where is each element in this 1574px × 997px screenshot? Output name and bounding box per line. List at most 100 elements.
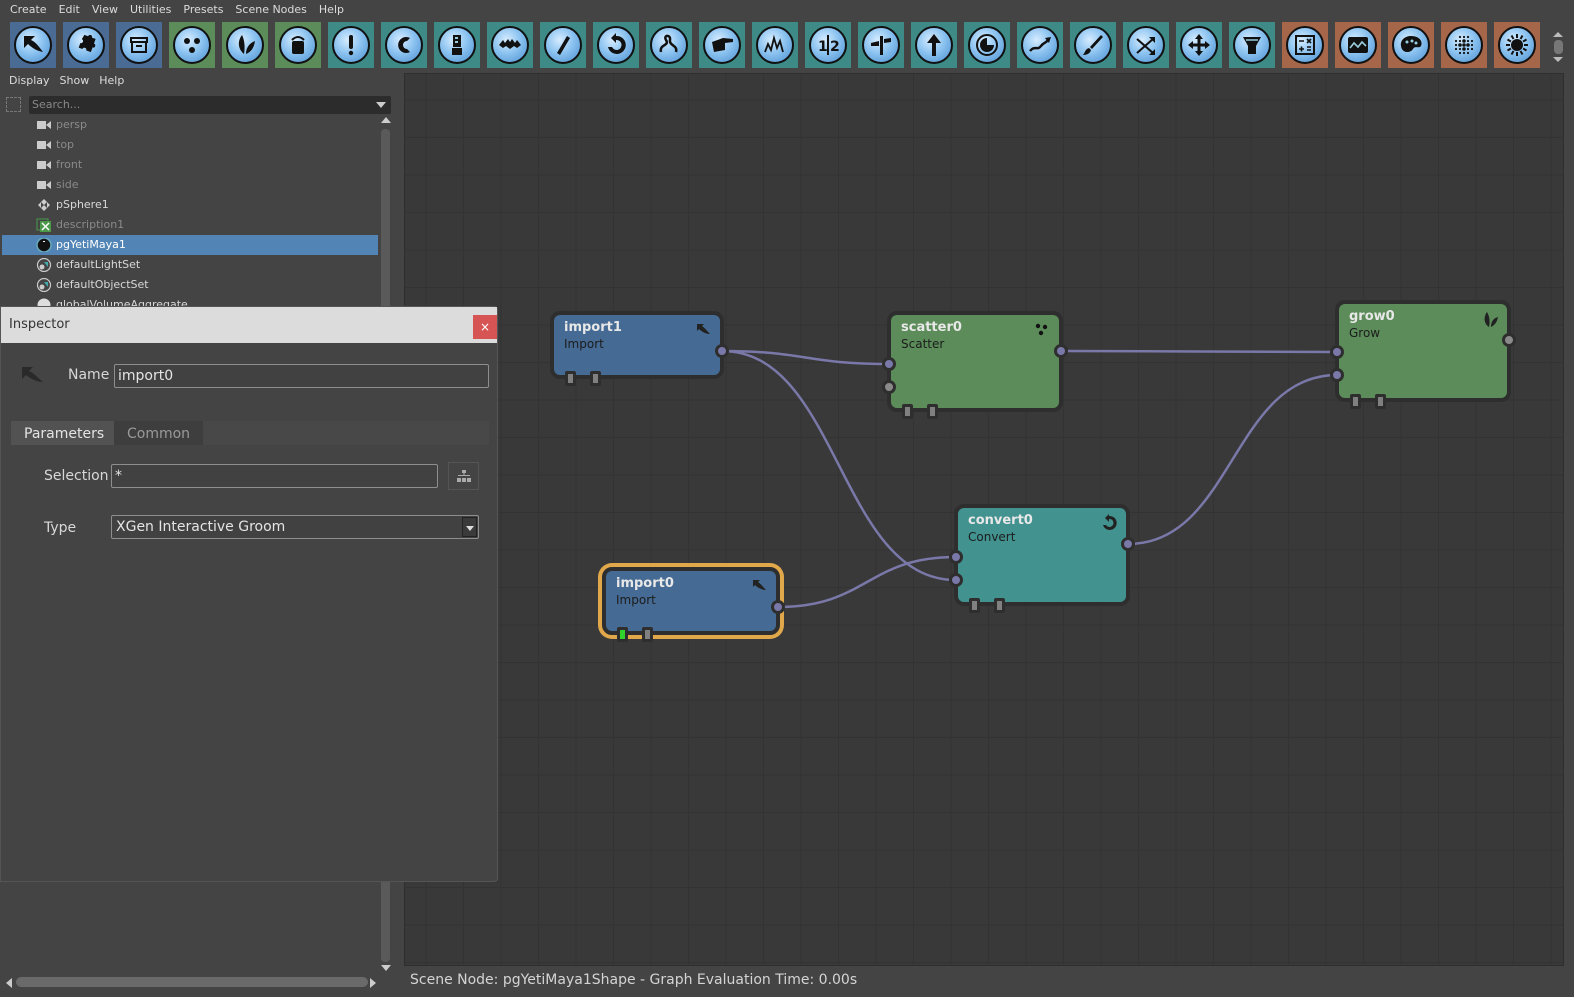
- display-toggle[interactable]: [617, 627, 628, 642]
- shelf-button-import[interactable]: [10, 22, 56, 68]
- shelf-button-curl[interactable]: [381, 22, 427, 68]
- shelf-button-palette[interactable]: [1388, 22, 1434, 68]
- output-port[interactable]: [1121, 537, 1135, 551]
- shelf-button-squiggle[interactable]: [646, 22, 692, 68]
- shelf-button-sunburst[interactable]: [1494, 22, 1540, 68]
- menu-view[interactable]: View: [86, 0, 124, 19]
- outliner-menu-show[interactable]: Show: [55, 74, 95, 87]
- shelf-button-filter-width[interactable]: [1229, 22, 1275, 68]
- output-port[interactable]: [715, 344, 729, 358]
- input-port[interactable]: [1330, 345, 1344, 359]
- bypass-toggle[interactable]: [1375, 394, 1386, 409]
- connection-convert0-to-grow0[interactable]: [1127, 373, 1338, 546]
- shelf-button-shuffle[interactable]: [1123, 22, 1169, 68]
- shelf-button-convert-loop[interactable]: [593, 22, 639, 68]
- menu-help[interactable]: Help: [313, 0, 350, 19]
- chevron-down-icon[interactable]: [376, 102, 386, 108]
- shelf-button-pointing-hand[interactable]: [699, 22, 745, 68]
- output-port[interactable]: [771, 600, 785, 614]
- graph-node-scatter0[interactable]: scatter0 Scatter: [887, 311, 1063, 412]
- scroll-thumb[interactable]: [16, 977, 368, 987]
- shelf-button-moon[interactable]: [964, 22, 1010, 68]
- outliner-item[interactable]: defaultObjectSet: [2, 275, 378, 295]
- output-port[interactable]: [1502, 333, 1516, 347]
- outliner-item[interactable]: top: [2, 135, 378, 155]
- connection-import1-to-scatter0[interactable]: [721, 349, 890, 366]
- close-button[interactable]: ×: [473, 315, 497, 339]
- input-port[interactable]: [949, 550, 963, 564]
- shelf-button-grow-leaves[interactable]: [222, 22, 268, 68]
- outliner-item[interactable]: front: [2, 155, 378, 175]
- outliner-item[interactable]: description1: [2, 215, 378, 235]
- shelf-button-scatter-dots[interactable]: [169, 22, 215, 68]
- output-port[interactable]: [1054, 344, 1068, 358]
- menu-presets[interactable]: Presets: [177, 0, 229, 19]
- shelf-button-exclamation[interactable]: [328, 22, 374, 68]
- shelf-button-move[interactable]: [1176, 22, 1222, 68]
- shelf-button-split-half[interactable]: 12: [805, 22, 851, 68]
- display-toggle[interactable]: [1350, 394, 1361, 409]
- outliner-item[interactable]: pSphere1: [2, 195, 378, 215]
- shelf-button-trend-arrow[interactable]: [1017, 22, 1063, 68]
- shelf-button-dot-grid[interactable]: [1441, 22, 1487, 68]
- selection-input[interactable]: *: [111, 464, 438, 488]
- type-dropdown[interactable]: XGen Interactive Groom: [111, 515, 479, 539]
- input-port[interactable]: [882, 380, 896, 394]
- outliner-menu-display[interactable]: Display: [4, 74, 55, 87]
- shelf-button-brush[interactable]: [1070, 22, 1116, 68]
- graph-node-convert0[interactable]: convert0 Convert: [954, 504, 1130, 606]
- outliner-item[interactable]: side: [2, 175, 378, 195]
- scroll-left-icon[interactable]: [6, 978, 12, 988]
- menu-scene-nodes[interactable]: Scene Nodes: [229, 0, 312, 19]
- outliner-item[interactable]: persp: [2, 115, 378, 135]
- scroll-thumb[interactable]: [1553, 40, 1563, 54]
- shelf-button-arrow-up[interactable]: [911, 22, 957, 68]
- shelf-scrollbar[interactable]: [1550, 22, 1566, 66]
- input-port[interactable]: [949, 573, 963, 587]
- connection-scatter0-to-grow0[interactable]: [1060, 349, 1338, 354]
- shelf-button-calculator[interactable]: [1282, 22, 1328, 68]
- display-toggle[interactable]: [969, 598, 980, 613]
- graph-node-import0[interactable]: import0 Import: [602, 567, 780, 635]
- hierarchy-picker-button[interactable]: [448, 462, 479, 490]
- scroll-down-icon[interactable]: [1553, 57, 1563, 62]
- input-port[interactable]: [882, 357, 896, 371]
- scroll-down-icon[interactable]: [381, 965, 391, 971]
- outliner-item[interactable]: defaultLightSet: [2, 255, 378, 275]
- scroll-up-icon[interactable]: [1553, 32, 1563, 37]
- shelf-button-bucket[interactable]: [275, 22, 321, 68]
- shelf-button-archive-box[interactable]: [116, 22, 162, 68]
- scroll-up-icon[interactable]: [381, 117, 391, 123]
- node-graph-canvas[interactable]: import1 Import scatter0 Scatter grow0 Gr…: [404, 73, 1564, 966]
- shelf-button-puzzle[interactable]: [63, 22, 109, 68]
- graph-node-import1[interactable]: import1 Import: [550, 311, 724, 379]
- menu-edit[interactable]: Edit: [53, 0, 86, 19]
- menu-create[interactable]: Create: [4, 0, 53, 19]
- bypass-toggle[interactable]: [927, 404, 938, 419]
- graph-node-grow0[interactable]: grow0 Grow: [1335, 300, 1511, 402]
- shelf-button-blender[interactable]: [434, 22, 480, 68]
- chevron-down-icon[interactable]: [462, 517, 477, 537]
- outliner-search-input[interactable]: Search...: [29, 96, 391, 114]
- tab-common[interactable]: Common: [114, 421, 204, 445]
- display-toggle[interactable]: [565, 371, 576, 386]
- name-input[interactable]: import0: [114, 364, 489, 388]
- shelf-button-comb[interactable]: [540, 22, 586, 68]
- shelf-button-signpost[interactable]: [858, 22, 904, 68]
- input-port[interactable]: [1330, 368, 1344, 382]
- shelf-button-clump[interactable]: [487, 22, 533, 68]
- connection-import0-to-convert0[interactable]: [777, 555, 957, 609]
- bypass-toggle[interactable]: [590, 371, 601, 386]
- filter-icon[interactable]: [6, 97, 21, 112]
- outliner-horizontal-scrollbar[interactable]: [2, 976, 380, 990]
- shelf-button-noise[interactable]: [752, 22, 798, 68]
- bypass-toggle[interactable]: [994, 598, 1005, 613]
- scroll-right-icon[interactable]: [370, 978, 376, 988]
- outliner-item[interactable]: pgYetiMaya1: [2, 235, 378, 255]
- tab-parameters[interactable]: Parameters: [11, 421, 118, 445]
- inspector-titlebar[interactable]: Inspector ×: [1, 307, 497, 343]
- bypass-toggle[interactable]: [642, 627, 653, 642]
- menu-utilities[interactable]: Utilities: [124, 0, 177, 19]
- shelf-button-image-graph[interactable]: [1335, 22, 1381, 68]
- outliner-menu-help[interactable]: Help: [94, 74, 129, 87]
